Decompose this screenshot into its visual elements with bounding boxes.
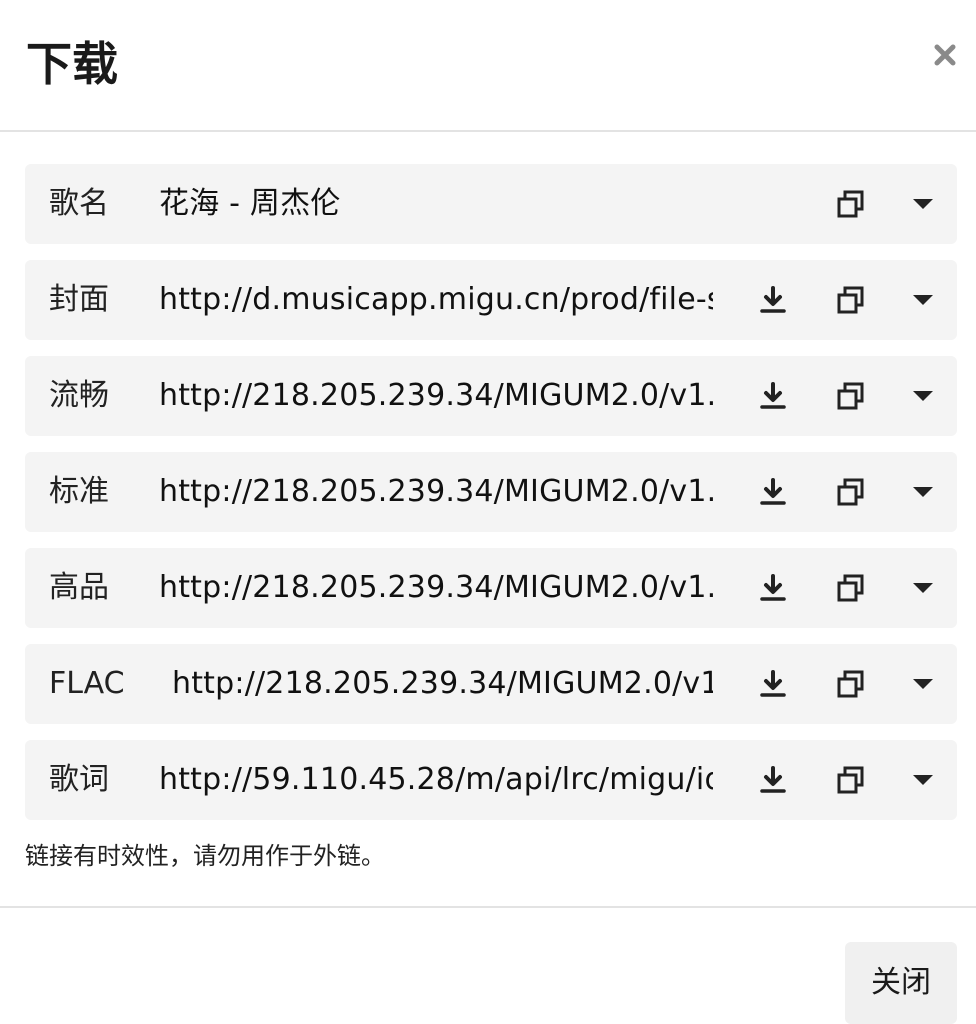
copy-icon[interactable]	[831, 760, 871, 800]
caret-down-icon[interactable]	[903, 376, 943, 416]
row-label: FLAC	[49, 666, 125, 701]
high-quality-url-field[interactable]	[159, 548, 713, 628]
row-smooth: 流畅	[25, 356, 957, 436]
copy-icon[interactable]	[831, 472, 871, 512]
row-standard: 标准	[25, 452, 957, 532]
standard-url-field[interactable]	[159, 452, 713, 532]
row-high-quality: 高品	[25, 548, 957, 628]
link-rows: 歌名 封面 流畅	[25, 164, 957, 836]
close-icon[interactable]	[928, 38, 962, 72]
download-icon[interactable]	[753, 472, 793, 512]
download-icon[interactable]	[753, 664, 793, 704]
copy-icon[interactable]	[831, 280, 871, 320]
header-divider	[0, 130, 976, 132]
row-flac: FLAC	[25, 644, 957, 724]
lyrics-url-field[interactable]	[159, 740, 713, 820]
song-name-field[interactable]	[159, 164, 713, 244]
row-label: 歌名	[49, 186, 109, 221]
caret-down-icon[interactable]	[903, 664, 943, 704]
flac-url-field[interactable]	[172, 644, 713, 724]
row-label: 流畅	[49, 378, 109, 413]
smooth-url-field[interactable]	[159, 356, 713, 436]
copy-icon[interactable]	[831, 568, 871, 608]
caret-down-icon[interactable]	[903, 280, 943, 320]
row-cover: 封面	[25, 260, 957, 340]
cover-url-field[interactable]	[159, 260, 713, 340]
caret-down-icon[interactable]	[903, 184, 943, 224]
row-label: 高品	[49, 570, 109, 605]
dialog-header: 下载	[0, 0, 976, 130]
download-icon[interactable]	[753, 376, 793, 416]
download-icon[interactable]	[753, 280, 793, 320]
close-button[interactable]: 关闭	[845, 942, 957, 1024]
footer-divider	[0, 906, 976, 908]
dialog-title: 下载	[26, 37, 118, 91]
caret-down-icon[interactable]	[903, 568, 943, 608]
row-lyrics: 歌词	[25, 740, 957, 820]
copy-icon[interactable]	[831, 184, 871, 224]
row-label: 歌词	[49, 762, 109, 797]
download-dialog: 下载 歌名 封面	[0, 0, 976, 1024]
row-label: 标准	[49, 474, 109, 509]
copy-icon[interactable]	[831, 664, 871, 704]
download-icon[interactable]	[753, 568, 793, 608]
row-song-name: 歌名	[25, 164, 957, 244]
expiry-note: 链接有时效性，请勿用作于外链。	[25, 842, 385, 870]
download-icon[interactable]	[753, 760, 793, 800]
row-label: 封面	[49, 282, 109, 317]
copy-icon[interactable]	[831, 376, 871, 416]
caret-down-icon[interactable]	[903, 472, 943, 512]
caret-down-icon[interactable]	[903, 760, 943, 800]
